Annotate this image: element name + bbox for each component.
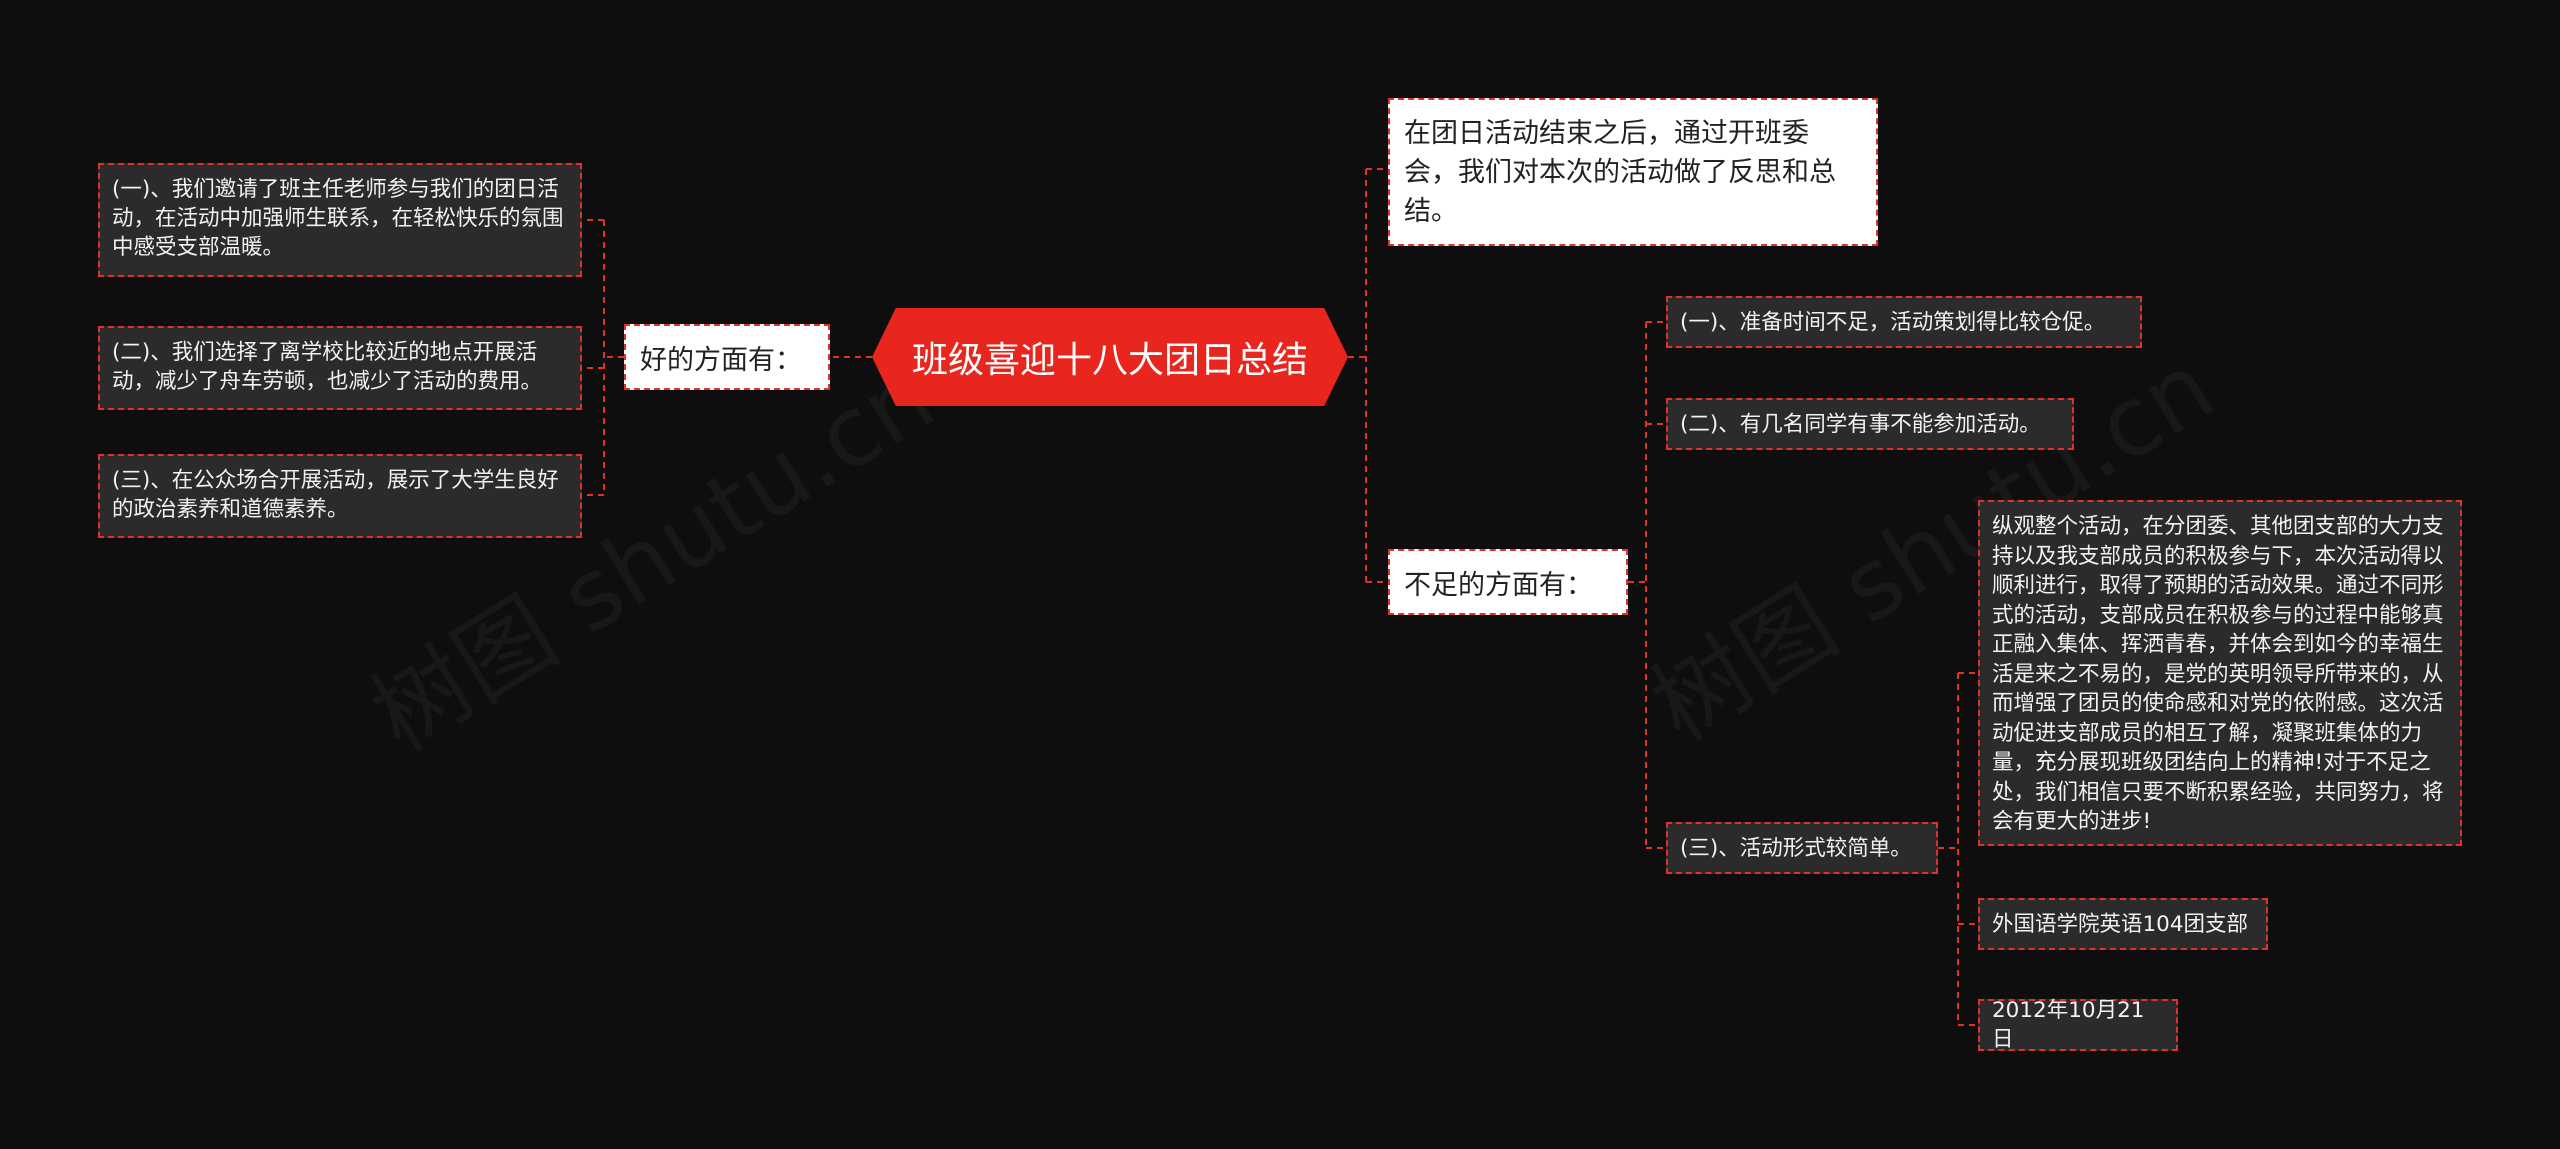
mind-map-canvas: 树图 shutu.cn 树图 shutu.cn 班级喜迎十八大团日总结 好的方面… (0, 0, 2560, 1149)
bad-item-1[interactable]: (一)、准备时间不足，活动策划得比较仓促。 (1666, 296, 2142, 348)
summary-detail[interactable]: 纵观整个活动，在分团委、其他团支部的大力支持以及我支部成员的积极参与下，本次活动… (1978, 500, 2462, 846)
bad-item-3[interactable]: (三)、活动形式较简单。 (1666, 822, 1938, 874)
signature-branch[interactable]: 外国语学院英语104团支部 (1978, 898, 2268, 950)
good-item-2[interactable]: (二)、我们选择了离学校比较近的地点开展活动，减少了舟车劳顿，也减少了活动的费用… (98, 326, 582, 410)
branch-good-aspects[interactable]: 好的方面有： (624, 324, 830, 390)
good-item-1[interactable]: (一)、我们邀请了班主任老师参与我们的团日活动，在活动中加强师生联系，在轻松快乐… (98, 163, 582, 277)
branch-intro[interactable]: 在团日活动结束之后，通过开班委会，我们对本次的活动做了反思和总结。 (1388, 98, 1878, 246)
link-item3-details (1938, 672, 1978, 1026)
bad-item-2[interactable]: (二)、有几名同学有事不能参加活动。 (1666, 398, 2074, 450)
root-topic[interactable]: 班级喜迎十八大团日总结 (872, 308, 1348, 406)
branch-bad-aspects[interactable]: 不足的方面有： (1388, 549, 1628, 615)
link-good-leaves (582, 219, 624, 496)
link-root-right (1348, 168, 1388, 583)
date-node[interactable]: 2012年10月21日 (1978, 998, 2178, 1052)
link-bad-items (1628, 321, 1666, 849)
good-item-3[interactable]: (三)、在公众场合开展活动，展示了大学生良好的政治素养和道德素养。 (98, 454, 582, 538)
